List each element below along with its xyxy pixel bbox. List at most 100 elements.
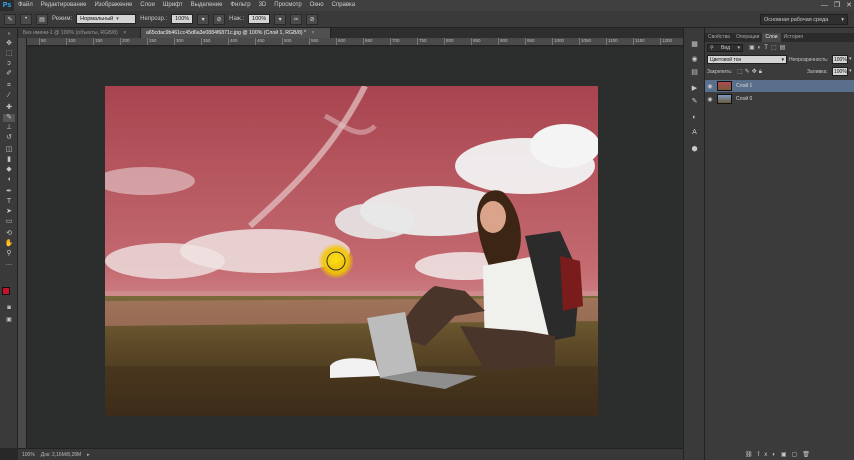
type-tool-icon[interactable]: T xyxy=(3,198,15,206)
lock-icons[interactable]: ⬚✎✥🔒︎ xyxy=(737,68,764,76)
brush-preset-button[interactable]: ✎ xyxy=(4,13,16,25)
path-select-tool-icon[interactable]: ➤ xyxy=(3,208,15,216)
brush-tool-icon[interactable]: ✎ xyxy=(3,114,15,122)
airbrush-button[interactable]: ✑ xyxy=(290,13,303,25)
mode-select[interactable]: Нормальный ▾ xyxy=(76,14,137,24)
menu-image[interactable]: Изображение xyxy=(90,0,136,11)
tab-label: a65cdac9b461cc45d6a3e0884f6871c.jpg @ 10… xyxy=(146,30,307,36)
character-panel-icon[interactable]: A xyxy=(689,128,700,137)
blend-mode-value: Цветовой тон xyxy=(710,56,742,63)
panel-icon-strip: ▦ ◉ ▤ ▶ ✎ ◐ A ⬢ xyxy=(683,28,705,460)
pressure-label: Наж.: xyxy=(229,16,245,22)
pressure-field[interactable]: 100% xyxy=(248,14,271,24)
brush-panel-icon[interactable]: ✎ xyxy=(689,97,700,106)
brush-size-button[interactable]: • xyxy=(20,13,32,25)
pen-tool-icon[interactable]: ✒ xyxy=(3,188,15,196)
tablet-size-button[interactable]: ⊘ xyxy=(306,13,319,25)
opacity-label: Непрозрачность: xyxy=(789,57,829,63)
ruler-tick: 450 xyxy=(255,38,265,45)
adjustments-panel-icon[interactable]: ◐ xyxy=(689,113,700,122)
healing-tool-icon[interactable]: ✚ xyxy=(3,104,15,112)
layer-filter-select[interactable]: ⚲ Вид ▾ xyxy=(707,44,743,52)
menu-file[interactable]: Файл xyxy=(14,0,37,11)
ruler-tick: 1050 xyxy=(579,38,591,45)
collapse-icon[interactable]: » xyxy=(3,30,15,38)
gradient-tool-icon[interactable]: ▮ xyxy=(3,156,15,164)
menu-help[interactable]: Справка xyxy=(328,0,360,11)
fill-field[interactable]: 100% xyxy=(832,67,848,76)
tab-history[interactable]: История xyxy=(781,33,806,42)
eyedropper-tool-icon[interactable]: ⁄ xyxy=(3,92,15,100)
photoshop-logo: Ps xyxy=(0,0,14,11)
menu-select[interactable]: Выделение xyxy=(187,0,227,11)
status-arrow-icon[interactable]: ▸ xyxy=(87,452,90,458)
pen-size-icon: ⊘ xyxy=(309,16,315,23)
menu-filter[interactable]: Фильтр xyxy=(226,0,254,11)
lasso-tool-icon[interactable]: ↄ xyxy=(3,60,15,68)
history-panel-icon[interactable]: ▦ xyxy=(689,40,700,49)
tab-operations[interactable]: Операции xyxy=(733,33,762,42)
3d-tool-icon[interactable]: ⟲ xyxy=(3,230,15,238)
3d-panel-icon[interactable]: ⬢ xyxy=(689,145,700,154)
blur-tool-icon[interactable]: ◆ xyxy=(3,166,15,174)
ruler-tick: 1200 xyxy=(660,38,672,45)
maximize-button[interactable]: ❐ xyxy=(834,0,840,11)
tab-layers[interactable]: Слои xyxy=(762,33,781,42)
layer-row-1[interactable]: ◉ Слой 1 xyxy=(705,80,854,92)
ruler-tick: 1000 xyxy=(552,38,564,45)
menu-type[interactable]: Шрифт xyxy=(159,0,187,11)
actions-panel-icon[interactable]: ▶ xyxy=(689,84,700,93)
hand-tool-icon[interactable]: ✋ xyxy=(3,240,15,248)
menu-edit[interactable]: Редактирование xyxy=(37,0,91,11)
vertical-ruler xyxy=(18,38,27,448)
close-icon[interactable]: × xyxy=(123,30,126,36)
filter-buttons[interactable]: ▣◐T⬚▤ xyxy=(749,44,788,51)
zoom-tool-icon[interactable]: ⚲ xyxy=(3,250,15,258)
ruler-tick: 700 xyxy=(390,38,400,45)
shape-tool-icon[interactable]: ▭ xyxy=(3,218,15,226)
menu-view[interactable]: Просмотр xyxy=(270,0,305,11)
foreground-color-swatch[interactable] xyxy=(2,287,10,295)
move-tool-icon[interactable]: ✥ xyxy=(3,40,15,48)
crop-tool-icon[interactable]: ⌗ xyxy=(3,82,15,90)
stamp-tool-icon[interactable]: ⊥ xyxy=(3,124,15,132)
more-tools-icon[interactable]: … xyxy=(3,260,15,268)
menu-window[interactable]: Окно xyxy=(306,0,328,11)
menu-3d[interactable]: 3D xyxy=(255,0,271,11)
dodge-tool-icon[interactable]: ◖ xyxy=(3,176,15,184)
tab-properties[interactable]: Свойства xyxy=(705,33,733,42)
ruler-tick: 550 xyxy=(309,38,319,45)
quick-mask-icon[interactable]: ◙ xyxy=(3,304,15,312)
layer-actions[interactable]: ⛓fx◐▣▢🗑︎ xyxy=(745,451,815,458)
workspace-select[interactable]: Основная рабочая среда ▾ xyxy=(760,14,848,25)
eraser-tool-icon[interactable]: ◫ xyxy=(3,146,15,154)
canvas-image[interactable] xyxy=(105,86,598,416)
layer-opacity-field[interactable]: 100% xyxy=(832,55,848,64)
quick-select-tool-icon[interactable]: ✐ xyxy=(3,70,15,78)
blend-mode-select[interactable]: Цветовой тон ▾ xyxy=(707,55,787,64)
marquee-tool-icon[interactable]: ⬚ xyxy=(3,50,15,58)
pressure-dropdown[interactable]: ▾ xyxy=(274,13,287,25)
opacity-field[interactable]: 100% xyxy=(171,14,194,24)
chevron-down-icon[interactable]: ▾ xyxy=(849,68,852,74)
tab-document-1[interactable]: Без имени-1 @ 100% (объекты, RGB/8) × xyxy=(18,28,141,38)
opacity-value: 100% xyxy=(175,16,190,22)
swatches-panel-icon[interactable]: ▤ xyxy=(689,68,700,77)
layer-row-2[interactable]: ◉ Слой 0 xyxy=(705,93,854,105)
screen-mode-icon[interactable]: ▣ xyxy=(3,316,15,324)
close-icon[interactable]: × xyxy=(312,30,315,36)
opacity-dropdown[interactable]: ▾ xyxy=(197,13,210,25)
chevron-down-icon[interactable]: ▾ xyxy=(849,56,852,62)
menu-layers[interactable]: Слои xyxy=(136,0,159,11)
tab-document-2[interactable]: a65cdac9b461cc45d6a3e0884f6871c.jpg @ 10… xyxy=(141,28,331,38)
eye-icon[interactable]: ◉ xyxy=(705,96,715,103)
history-brush-tool-icon[interactable]: ↺ xyxy=(3,134,15,142)
tablet-opacity-button[interactable]: ⊘ xyxy=(213,13,226,25)
close-button[interactable]: ✕ xyxy=(846,0,852,11)
tools-panel: » ✥ ⬚ ↄ ✐ ⌗ ⁄ ✚ ✎ ⊥ ↺ ◫ ▮ ◆ ◖ ✒ T ➤ ▭ ⟲ … xyxy=(0,28,18,448)
color-panel-icon[interactable]: ◉ xyxy=(689,55,700,64)
brush-panel-toggle[interactable]: ▤ xyxy=(36,13,48,25)
minimize-button[interactable]: — xyxy=(821,0,828,11)
eye-icon[interactable]: ◉ xyxy=(705,83,715,90)
zoom-level[interactable]: 100% xyxy=(22,452,35,458)
